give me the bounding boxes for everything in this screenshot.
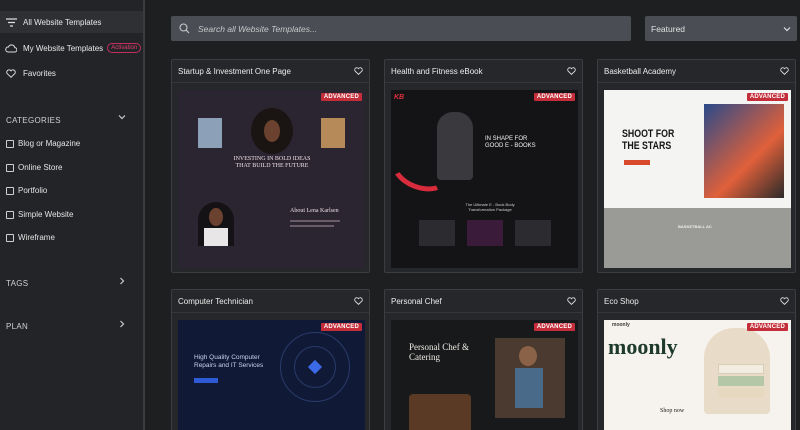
sort-value: Featured — [651, 23, 686, 34]
advanced-badge: ADVANCED — [533, 323, 575, 331]
sort-select[interactable]: Featured — [645, 16, 797, 41]
sidebar-item-label: My Website Templates — [23, 43, 104, 53]
category-label: Simple Website — [18, 210, 74, 219]
category-simple-website[interactable]: Simple Website — [6, 210, 73, 219]
category-online-store[interactable]: Online Store — [6, 163, 62, 172]
advanced-badge: ADVANCED — [746, 323, 788, 331]
chevron-down-icon[interactable] — [118, 113, 126, 124]
chef-photo — [495, 338, 565, 418]
template-card-fitness[interactable]: Health and Fitness eBook KB IN SHAPE FOR… — [384, 59, 583, 273]
sidebar-item-all-templates[interactable]: All Website Templates — [0, 11, 143, 33]
template-thumbnail[interactable]: High Quality Computer Repairs and IT Ser… — [178, 320, 365, 430]
filter-lines-icon — [5, 16, 17, 28]
template-card-startup[interactable]: Startup & Investment One Page INVESTING … — [171, 59, 370, 273]
hero-headline: INVESTING IN BOLD IDEAS THAT BUILD THE F… — [233, 156, 311, 169]
advanced-badge: ADVANCED — [320, 93, 362, 101]
card-title: Basketball Academy — [604, 66, 677, 76]
heart-icon[interactable] — [567, 297, 576, 305]
hero-headline: SHOOT FOR THE STARS — [622, 128, 675, 152]
hero-headline: Personal Chef & Catering — [409, 342, 469, 362]
brand-logo: moonly — [612, 322, 630, 328]
search-placeholder: Search all Website Templates... — [198, 23, 318, 34]
checkbox[interactable] — [6, 163, 14, 172]
advanced-badge: ADVANCED — [533, 93, 575, 101]
cloud-icon — [5, 42, 17, 54]
card-title: Health and Fitness eBook — [391, 66, 483, 76]
heart-icon — [5, 67, 17, 79]
player-collage — [704, 104, 784, 198]
category-blog-or-magazine[interactable]: Blog or Magazine — [6, 139, 80, 148]
heart-icon[interactable] — [354, 297, 363, 305]
sidebar-item-label: Favorites — [23, 68, 56, 78]
ebook-subtitle: The Ultimate E - Book Body Transformatio… — [465, 202, 515, 212]
food-photo — [409, 394, 471, 430]
category-label: Online Store — [18, 163, 63, 172]
shop-now-link[interactable]: Shop now — [660, 408, 684, 414]
plan-heading[interactable]: PLAN — [6, 322, 28, 331]
template-thumbnail[interactable]: INVESTING IN BOLD IDEAS THAT BUILD THE F… — [178, 90, 365, 268]
category-label: Blog or Magazine — [18, 139, 81, 148]
template-thumbnail[interactable]: moonly moonly Shop now ADVANCED — [604, 320, 791, 430]
card-title: Personal Chef — [391, 296, 442, 306]
card-title: Eco Shop — [604, 296, 639, 306]
chevron-right-icon[interactable] — [118, 277, 126, 288]
athlete-photo — [437, 112, 473, 180]
checkbox[interactable] — [6, 186, 14, 195]
search-icon — [179, 23, 190, 34]
checkbox[interactable] — [6, 233, 14, 242]
portrait-photo — [251, 108, 293, 154]
category-portfolio[interactable]: Portfolio — [6, 186, 47, 195]
sidebar: All Website Templates My Website Templat… — [0, 0, 145, 430]
sidebar-item-my-templates[interactable]: My Website Templates Activation — [0, 37, 143, 59]
chevron-right-icon[interactable] — [118, 320, 126, 331]
card-title: Computer Technician — [178, 296, 254, 306]
sidebar-item-favorites[interactable]: Favorites — [0, 62, 143, 84]
tags-heading[interactable]: TAGS — [6, 279, 28, 288]
categories-heading[interactable]: CATEGORIES — [6, 116, 61, 125]
template-thumbnail[interactable]: KB IN SHAPE FOR GOOD E - BOOKS The Ultim… — [391, 90, 578, 268]
heart-icon[interactable] — [354, 67, 363, 75]
person-photo — [198, 202, 234, 246]
brand-logo: KB — [394, 94, 405, 101]
category-label: Wireframe — [18, 233, 55, 242]
app-root: All Website Templates My Website Templat… — [0, 0, 800, 430]
chevron-down-icon — [783, 25, 791, 33]
advanced-badge: ADVANCED — [320, 323, 362, 331]
template-card-eco-shop[interactable]: Eco Shop moonly moonly Shop now ADVANCED — [597, 289, 796, 430]
template-thumbnail[interactable]: Personal Chef & Catering ADVANCED — [391, 320, 578, 430]
search-input[interactable]: Search all Website Templates... — [171, 16, 631, 41]
template-card-computer-technician[interactable]: Computer Technician High Quality Compute… — [171, 289, 370, 430]
court-photo — [604, 208, 791, 268]
card-title: Startup & Investment One Page — [178, 66, 291, 76]
city-photo — [198, 118, 222, 148]
advanced-badge: ADVANCED — [746, 93, 788, 101]
checkbox[interactable] — [6, 210, 14, 219]
template-card-basketball[interactable]: Basketball Academy SHOOT FOR THE STARS B… — [597, 59, 796, 273]
hero-headline: IN SHAPE FOR GOOD E - BOOKS — [485, 136, 536, 149]
court-heading: BASKETBALL AC — [678, 224, 712, 229]
category-wireframe[interactable]: Wireframe — [6, 233, 55, 242]
heart-icon[interactable] — [567, 67, 576, 75]
hero-brand: moonly — [608, 334, 678, 359]
heart-icon[interactable] — [780, 297, 789, 305]
template-card-personal-chef[interactable]: Personal Chef Personal Chef & Catering A… — [384, 289, 583, 430]
template-thumbnail[interactable]: SHOOT FOR THE STARS BASKETBALL AC ADVANC… — [604, 90, 791, 268]
activation-badge[interactable]: Activation — [107, 43, 142, 53]
heart-icon[interactable] — [780, 67, 789, 75]
sidebar-item-label: All Website Templates — [23, 17, 102, 27]
category-label: Portfolio — [18, 186, 48, 195]
office-photo — [321, 118, 345, 148]
checkbox[interactable] — [6, 139, 14, 148]
about-heading: About Lena Karlsen — [290, 208, 339, 214]
hero-headline: High Quality Computer Repairs and IT Ser… — [194, 354, 264, 369]
